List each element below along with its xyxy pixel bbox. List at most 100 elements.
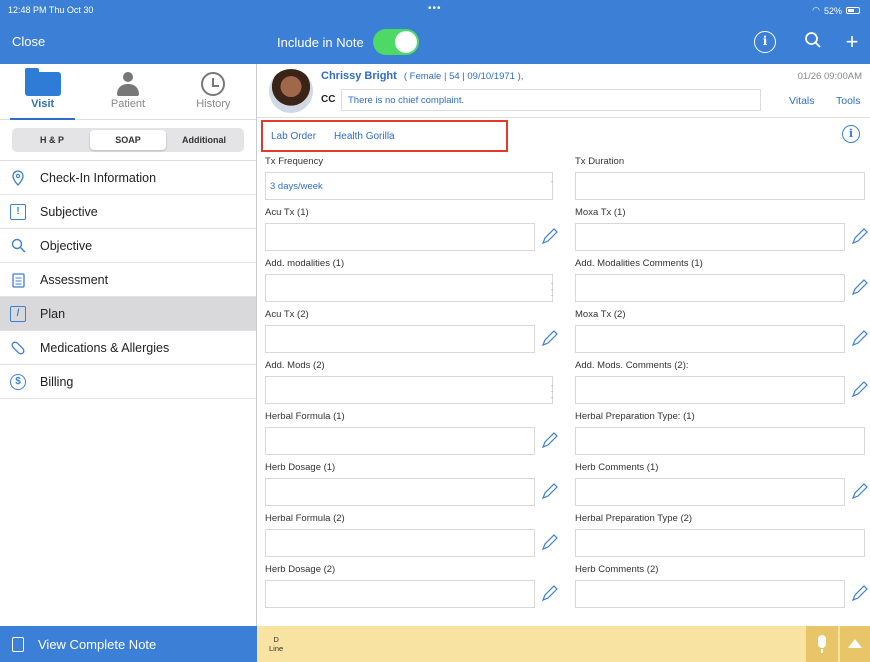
multitask-dots[interactable]: •••	[428, 3, 442, 14]
field-label: Herbal Preparation Type: (1)	[575, 411, 695, 422]
document-icon	[12, 636, 24, 652]
patient-name-line[interactable]: Chrissy Bright ( Female | 54 | 09/10/197…	[321, 70, 523, 82]
section-list: Check-In Information ! Subjective Object…	[0, 160, 256, 399]
folder-icon	[24, 68, 61, 96]
herb-dosage-1-field: Herb Dosage (1)	[257, 460, 560, 511]
herbal-prep-type-1-select[interactable]	[575, 427, 865, 455]
sidebar-item-check-in[interactable]: Check-In Information	[0, 161, 256, 195]
herb-dosage-2-field: Herb Dosage (2)	[257, 562, 560, 613]
acu-tx-1-input[interactable]	[265, 223, 535, 251]
field-label: Herb Dosage (2)	[265, 564, 336, 575]
herb-comments-1-input[interactable]	[575, 478, 845, 506]
add-mods-2-select[interactable]	[265, 376, 553, 404]
acu-tx-1-field: Acu Tx (1)	[257, 205, 560, 256]
herbal-formula-2-field: Herbal Formula (2)	[257, 511, 560, 562]
herb-dosage-1-input[interactable]	[265, 478, 535, 506]
segment-additional[interactable]: Additional	[166, 130, 242, 150]
microphone-icon	[818, 635, 826, 653]
close-button[interactable]: Close	[12, 34, 45, 49]
herbal-prep-type-1-field: Herbal Preparation Type: (1)	[567, 409, 867, 460]
tools-link[interactable]: Tools	[836, 95, 861, 107]
tx-duration-select[interactable]	[575, 172, 865, 200]
add-modalities-1-select[interactable]	[265, 274, 553, 302]
alert-box-icon: !	[10, 203, 26, 220]
add-modalities-1-field: Add. modalities (1) · · ·	[257, 256, 557, 307]
herb-comments-2-field: Herb Comments (2)	[567, 562, 870, 613]
moxa-tx-2-input[interactable]	[575, 325, 845, 353]
add-mods-comments-2-input[interactable]	[575, 376, 845, 404]
pill-icon	[10, 340, 26, 356]
sidebar-item-plan[interactable]: / Plan	[0, 297, 256, 331]
tx-frequency-select[interactable]: 3 days/week	[265, 172, 553, 200]
moxa-tx-1-input[interactable]	[575, 223, 845, 251]
history-icon	[201, 72, 226, 96]
tab-history[interactable]: History	[171, 64, 256, 119]
order-links-highlight: Lab Order Health Gorilla	[261, 120, 508, 152]
sidebar-item-subjective[interactable]: ! Subjective	[0, 195, 256, 229]
tab-visit[interactable]: Visit	[0, 64, 85, 120]
pencil-icon[interactable]	[540, 481, 560, 501]
acu-tx-2-input[interactable]	[265, 325, 535, 353]
sidebar-item-medications[interactable]: Medications & Allergies	[0, 331, 256, 365]
sidebar-item-billing[interactable]: $ Billing	[0, 365, 256, 399]
tx-frequency-field: Tx Frequency 3 days/week ·	[257, 154, 557, 205]
include-in-note-label: Include in Note	[277, 35, 364, 50]
pencil-icon[interactable]	[850, 481, 870, 501]
avatar[interactable]	[269, 69, 313, 113]
herbal-prep-type-2-select[interactable]	[575, 529, 865, 557]
herb-comments-1-field: Herb Comments (1)	[567, 460, 870, 511]
herbal-formula-1-field: Herbal Formula (1)	[257, 409, 560, 460]
pencil-icon[interactable]	[850, 226, 870, 246]
tab-patient[interactable]: Patient	[85, 64, 170, 119]
field-label: Moxa Tx (1)	[575, 207, 626, 218]
herb-comments-2-input[interactable]	[575, 580, 845, 608]
field-label: Herbal Formula (1)	[265, 411, 345, 422]
pencil-icon[interactable]	[850, 379, 870, 399]
pencil-icon[interactable]	[540, 583, 560, 603]
chief-complaint-field[interactable]: There is no chief complaint.	[341, 89, 761, 111]
sidebar-item-assessment[interactable]: Assessment	[0, 263, 256, 297]
info-icon[interactable]: i	[754, 31, 776, 53]
field-label: Acu Tx (1)	[265, 207, 309, 218]
add-modalities-comments-1-input[interactable]	[575, 274, 845, 302]
field-label: Herbal Preparation Type (2)	[575, 513, 693, 524]
order-links-row: Lab Order Health Gorilla i	[257, 118, 870, 154]
pencil-icon[interactable]	[850, 583, 870, 603]
sidebar-header: Close	[0, 20, 257, 64]
field-label: Tx Frequency	[265, 156, 324, 167]
sidebar-item-label: Medications & Allergies	[40, 340, 170, 355]
pencil-icon[interactable]	[540, 226, 560, 246]
visit-date: 01/26 09:00AM	[797, 71, 862, 82]
lab-order-link[interactable]: Lab Order	[271, 131, 316, 142]
sidebar-item-objective[interactable]: Objective	[0, 229, 256, 263]
include-in-note-toggle[interactable]	[373, 29, 419, 55]
health-gorilla-link[interactable]: Health Gorilla	[334, 131, 395, 142]
herb-dosage-2-input[interactable]	[265, 580, 535, 608]
add-icon[interactable]: +	[841, 31, 863, 53]
view-complete-note-button[interactable]: View Complete Note	[0, 626, 257, 662]
segment-soap[interactable]: SOAP	[90, 130, 166, 150]
location-pin-icon	[10, 169, 26, 186]
tab-history-label: History	[196, 98, 231, 110]
pencil-icon[interactable]	[540, 532, 560, 552]
cc-label: CC	[321, 94, 336, 105]
pencil-icon[interactable]	[540, 430, 560, 450]
d-line-indicator[interactable]: D Line	[269, 635, 283, 653]
expand-up-button[interactable]	[840, 626, 870, 662]
pencil-icon[interactable]	[850, 277, 870, 297]
d-label: D	[273, 635, 279, 644]
main-header: Include in Note i +	[257, 20, 870, 64]
vitals-link[interactable]: Vitals	[789, 95, 815, 107]
info-icon[interactable]: i	[842, 125, 860, 143]
field-label: Herb Comments (1)	[575, 462, 659, 473]
field-label: Tx Duration	[575, 156, 625, 167]
pencil-icon[interactable]	[540, 328, 560, 348]
search-icon[interactable]	[802, 31, 824, 53]
microphone-button[interactable]	[806, 626, 838, 662]
segment-h-and-p[interactable]: H & P	[14, 130, 90, 150]
pencil-icon[interactable]	[850, 328, 870, 348]
sidebar-item-label: Billing	[40, 374, 74, 389]
herbal-formula-2-input[interactable]	[265, 529, 535, 557]
view-complete-note-label: View Complete Note	[38, 636, 157, 652]
herbal-formula-1-input[interactable]	[265, 427, 535, 455]
